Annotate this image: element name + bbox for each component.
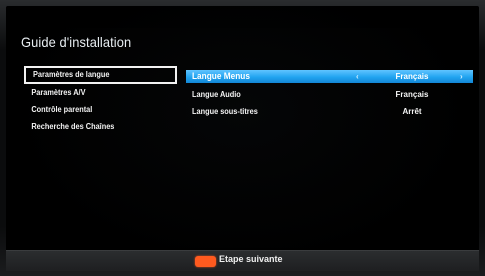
menu-item-parental-control[interactable]: Contrôle parental: [24, 101, 165, 118]
menu-item-channel-search[interactable]: Recherche des Chaînes: [24, 118, 165, 135]
row-label: Langue Menus: [192, 71, 250, 81]
menu-item-av-settings[interactable]: Paramètres A/V: [24, 84, 165, 101]
menu-item-language-settings[interactable]: Paramètres de langue: [24, 66, 177, 84]
footer-bar: Etape suivante: [6, 250, 479, 271]
next-step-label[interactable]: Etape suivante: [219, 254, 283, 264]
settings-menu: Paramètres de langue Paramètres A/V Cont…: [24, 66, 177, 135]
audio-language-row[interactable]: Langue Audio Français: [186, 87, 473, 103]
arrow-right-icon[interactable]: ›: [460, 70, 463, 83]
arrow-left-icon[interactable]: ‹: [356, 70, 359, 83]
tv-screen: Guide d'installation Paramètres de langu…: [6, 6, 479, 270]
row-label: Langue sous-titres: [192, 107, 258, 116]
language-options-panel: Langue Menus ‹ Français › Langue Audio F…: [186, 70, 473, 121]
subtitle-language-row[interactable]: Langue sous-titres Arrêt: [186, 104, 473, 120]
page-title: Guide d'installation: [21, 34, 132, 50]
row-value: Arrêt: [402, 107, 422, 116]
row-value: Français: [395, 90, 429, 99]
row-label: Langue Audio: [192, 90, 241, 99]
menu-item-label: Paramètres de langue: [33, 70, 110, 79]
red-key-icon[interactable]: [195, 256, 216, 267]
row-value: Français: [395, 72, 429, 81]
menu-language-row[interactable]: Langue Menus ‹ Français ›: [186, 70, 473, 83]
